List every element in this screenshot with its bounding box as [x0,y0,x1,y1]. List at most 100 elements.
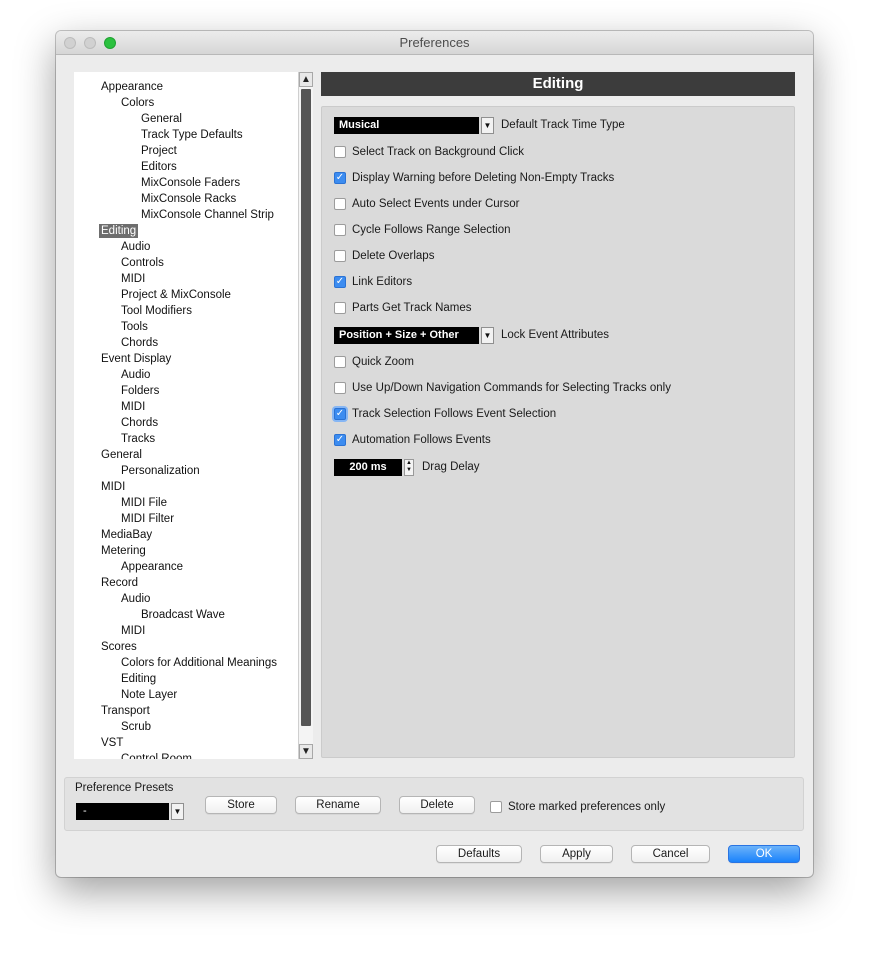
label-link-editors: Link Editors [352,276,413,288]
tree-item-midi-filter[interactable]: MIDI Filter [119,512,176,526]
cancel-button[interactable]: Cancel [631,845,710,863]
label-use-up-down-navigation-commands-for-selecting-tracks-only: Use Up/Down Navigation Commands for Sele… [352,382,671,394]
tree-item-general[interactable]: General [139,112,184,126]
tree-item-scores[interactable]: Scores [99,640,139,654]
tree-item-editing[interactable]: Editing [99,224,139,238]
tree-item-event-display[interactable]: Event Display [99,352,173,366]
delete-button[interactable]: Delete [399,796,475,814]
tree-item-appearance[interactable]: Appearance [99,80,165,94]
ok-button[interactable]: OK [728,845,800,863]
label-delete-overlaps: Delete Overlaps [352,250,435,262]
chevron-down-icon[interactable]: ▼ [481,116,494,134]
preferences-tree: Appearance Colors General Track Type Defaul… [74,72,298,759]
drag-delay-value[interactable]: 200 ms [334,458,402,476]
tree-item-folders[interactable]: Folders [119,384,161,398]
tree-item-tools[interactable]: Tools [119,320,150,334]
tree-scrollbar[interactable]: ▲ ▼ [298,72,313,759]
store-marked-label: Store marked preferences only [508,801,666,813]
window-title: Preferences [399,35,470,50]
checkbox-select-track-on-background-click[interactable] [334,146,346,158]
tree-item-midi-file[interactable]: MIDI File [119,496,169,510]
option-parts-get-track-names[interactable]: Parts Get Track Names [334,300,472,316]
default-track-time-type-label: Default Track Time Type [501,119,625,131]
checkbox-delete-overlaps[interactable] [334,250,346,262]
tree-item-midi[interactable]: MIDI [99,480,127,494]
tree-item-audio[interactable]: Audio [119,592,152,606]
checkbox-display-warning-before-deleting-non-empty-tracks[interactable]: ✓ [334,172,346,184]
scroll-up-button[interactable]: ▲ [299,72,313,87]
tree-item-broadcast-wave[interactable]: Broadcast Wave [139,608,227,622]
checkbox-quick-zoom[interactable] [334,356,346,368]
checkbox-cycle-follows-range-selection[interactable] [334,224,346,236]
default-track-time-type-select[interactable]: Musical [334,116,479,134]
lock-event-attributes-select[interactable]: Position + Size + Other [334,326,479,344]
scroll-thumb[interactable] [301,89,311,726]
option-quick-zoom[interactable]: Quick Zoom [334,354,414,370]
option-link-editors[interactable]: ✓ Link Editors [334,274,412,290]
chevron-down-icon[interactable]: ▼ [171,803,184,820]
tree-item-mixconsole-faders[interactable]: MixConsole Faders [139,176,242,190]
checkbox-parts-get-track-names[interactable] [334,302,346,314]
tree-item-chords[interactable]: Chords [119,336,160,350]
tree-item-scrub[interactable]: Scrub [119,720,153,734]
default-track-time-type-row: Musical ▼ Default Track Time Type [334,116,625,134]
chevron-down-icon[interactable]: ▼ [481,326,494,344]
tree-item-tool-modifiers[interactable]: Tool Modifiers [119,304,194,318]
label-display-warning-before-deleting-non-empty-tracks: Display Warning before Deleting Non-Empt… [352,172,615,184]
title-bar[interactable]: Preferences [56,31,813,55]
tree-item-personalization[interactable]: Personalization [119,464,202,478]
tree-item-project-mixconsole[interactable]: Project & MixConsole [119,288,233,302]
tree-item-track-type-defaults[interactable]: Track Type Defaults [139,128,245,142]
store-marked-checkbox[interactable] [490,801,502,813]
tree-item-audio[interactable]: Audio [119,368,152,382]
checkbox-use-up-down-navigation-commands-for-selecting-tracks-only[interactable] [334,382,346,394]
checkbox-automation-follows-events[interactable]: ✓ [334,434,346,446]
defaults-button[interactable]: Defaults [436,845,522,863]
option-cycle-follows-range-selection[interactable]: Cycle Follows Range Selection [334,222,511,238]
tree-item-chords[interactable]: Chords [119,416,160,430]
tree-item-mixconsole-channel-strip[interactable]: MixConsole Channel Strip [139,208,276,222]
tree-item-controls[interactable]: Controls [119,256,166,270]
option-display-warning-before-deleting-non-empty-tracks[interactable]: ✓ Display Warning before Deleting Non-Emp… [334,170,614,186]
option-auto-select-events-under-cursor[interactable]: Auto Select Events under Cursor [334,196,519,212]
tree-item-note-layer[interactable]: Note Layer [119,688,179,702]
label-track-selection-follows-event-selection: Track Selection Follows Event Selection [352,408,557,420]
tree-item-editing[interactable]: Editing [119,672,158,686]
tree-item-colors-for-additional-meanings[interactable]: Colors for Additional Meanings [119,656,279,670]
presets-select[interactable]: - [76,803,169,820]
stepper-icon[interactable]: ▲ ▼ [404,458,414,476]
tree-item-general[interactable]: General [99,448,144,462]
checkbox-auto-select-events-under-cursor[interactable] [334,198,346,210]
label-select-track-on-background-click: Select Track on Background Click [352,146,524,158]
tree-item-audio[interactable]: Audio [119,240,152,254]
option-delete-overlaps[interactable]: Delete Overlaps [334,248,434,264]
option-select-track-on-background-click[interactable]: Select Track on Background Click [334,144,524,160]
tree-item-mediabay[interactable]: MediaBay [99,528,154,542]
label-parts-get-track-names: Parts Get Track Names [352,302,472,314]
tree-item-mixconsole-racks[interactable]: MixConsole Racks [139,192,238,206]
tree-item-editors[interactable]: Editors [139,160,179,174]
tree-item-colors[interactable]: Colors [119,96,156,110]
tree-item-midi[interactable]: MIDI [119,400,147,414]
tree-item-project[interactable]: Project [139,144,179,158]
store-button[interactable]: Store [205,796,277,814]
tree-item-control-room[interactable]: Control Room [119,752,194,759]
option-use-up-down-navigation-commands-for-selecting-tracks-only[interactable]: Use Up/Down Navigation Commands for Sele… [334,380,671,396]
presets-title: Preference Presets [75,782,174,794]
apply-button[interactable]: Apply [540,845,613,863]
checkbox-link-editors[interactable]: ✓ [334,276,346,288]
rename-button[interactable]: Rename [295,796,381,814]
store-marked-option[interactable]: Store marked preferences only [490,799,665,815]
tree-item-midi[interactable]: MIDI [119,624,147,638]
tree-item-tracks[interactable]: Tracks [119,432,157,446]
checkbox-track-selection-follows-event-selection[interactable]: ✓ [334,408,346,420]
option-automation-follows-events[interactable]: ✓ Automation Follows Events [334,432,491,448]
tree-item-transport[interactable]: Transport [99,704,152,718]
tree-item-record[interactable]: Record [99,576,140,590]
tree-item-vst[interactable]: VST [99,736,125,750]
option-track-selection-follows-event-selection[interactable]: ✓ Track Selection Follows Event Selection [334,406,556,422]
tree-item-midi[interactable]: MIDI [119,272,147,286]
scroll-down-button[interactable]: ▼ [299,744,313,759]
tree-item-appearance[interactable]: Appearance [119,560,185,574]
tree-item-metering[interactable]: Metering [99,544,148,558]
